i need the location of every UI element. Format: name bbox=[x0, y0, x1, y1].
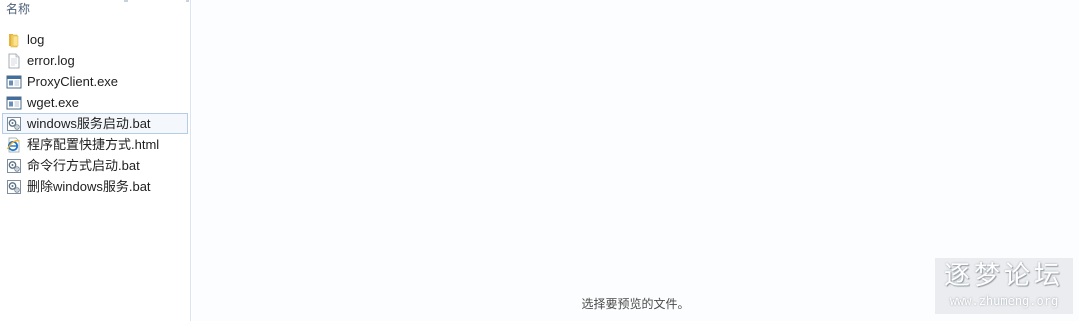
ie-html-icon bbox=[6, 137, 20, 152]
name-column-header[interactable]: 名称 bbox=[6, 1, 30, 17]
exe-icon bbox=[6, 96, 22, 109]
file-list: log error.log ProxyClient.exe wget.exe w… bbox=[0, 29, 190, 197]
file-name: 程序配置快捷方式.html bbox=[27, 136, 160, 152]
watermark-url: www.zhumeng.org bbox=[949, 294, 1059, 308]
file-row-log[interactable]: log bbox=[2, 29, 188, 50]
file-row-config-shortcut-html[interactable]: 程序配置快捷方式.html bbox=[2, 134, 188, 155]
exe-icon bbox=[6, 75, 22, 88]
file-row-proxyclient-exe[interactable]: ProxyClient.exe bbox=[2, 71, 188, 92]
folder-icon bbox=[9, 33, 19, 47]
watermark-title: 逐梦论坛 bbox=[943, 261, 1064, 291]
bat-file-icon bbox=[7, 179, 21, 194]
file-name: log bbox=[27, 31, 45, 47]
file-row-error-log[interactable]: error.log bbox=[2, 50, 188, 71]
site-watermark: 逐梦论坛 www.zhumeng.org bbox=[935, 258, 1073, 314]
file-list-pane: 名称 log error.log ProxyClient.exe wget.ex… bbox=[0, 0, 191, 321]
column-divider[interactable] bbox=[124, 0, 128, 2]
column-divider[interactable] bbox=[186, 0, 189, 2]
explorer-window: 名称 log error.log ProxyClient.exe wget.ex… bbox=[0, 0, 1079, 321]
file-name: error.log bbox=[27, 52, 75, 68]
file-name: windows服务启动.bat bbox=[27, 115, 151, 131]
file-row-cmd-start-bat[interactable]: 命令行方式启动.bat bbox=[2, 155, 188, 176]
bat-file-icon bbox=[7, 116, 21, 131]
file-row-windows-service-start-bat[interactable]: windows服务启动.bat bbox=[2, 113, 188, 134]
file-name: 删除windows服务.bat bbox=[27, 178, 151, 194]
file-name: ProxyClient.exe bbox=[27, 73, 119, 89]
file-row-delete-windows-service-bat[interactable]: 删除windows服务.bat bbox=[2, 176, 188, 197]
text-file-icon bbox=[8, 53, 20, 68]
file-name: 命令行方式启动.bat bbox=[27, 157, 140, 173]
file-name: wget.exe bbox=[27, 94, 80, 110]
file-row-wget-exe[interactable]: wget.exe bbox=[2, 92, 188, 113]
bat-file-icon bbox=[7, 158, 21, 173]
